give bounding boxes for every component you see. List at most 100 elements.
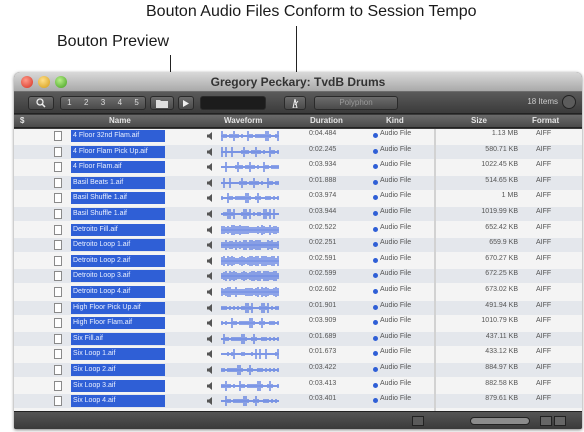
waveform <box>221 193 279 204</box>
file-row[interactable]: High Floor Flam.aif 0:03.909 Audio File 101… <box>14 316 582 330</box>
zoom-3[interactable]: 3 <box>101 97 105 109</box>
file-name[interactable]: Six Fill.aif <box>71 332 165 345</box>
speaker-icon[interactable] <box>207 163 214 172</box>
column-kind[interactable]: Kind <box>386 116 404 125</box>
file-size: 884.97 KB <box>485 364 518 371</box>
zoom-2[interactable]: 2 <box>84 97 88 109</box>
file-name[interactable]: Detroito Loop 1.aif <box>71 239 165 252</box>
file-name[interactable]: Basil Shuffle 1.aif <box>71 208 165 220</box>
speaker-icon[interactable] <box>207 194 214 203</box>
file-row[interactable]: Detroito Loop 1.aif 0:02.251 Audio File 659… <box>14 238 582 253</box>
file-row[interactable]: Six Loop 3.aif 0:03.413 Audio File 882.58 K… <box>14 379 582 393</box>
file-format: AIFF <box>536 317 552 325</box>
file-row[interactable]: 4 Floor 32nd Flam.aif 0:04.484 Audio File 1… <box>14 129 582 143</box>
scroll-left-button[interactable] <box>540 416 552 426</box>
speaker-icon[interactable] <box>207 132 214 140</box>
file-format: AIFF <box>536 379 552 387</box>
polyphony-selector[interactable]: Polyphon <box>314 96 398 110</box>
file-name[interactable]: Six Loop 1.aif <box>71 348 165 361</box>
column-name[interactable]: Name <box>109 116 131 125</box>
file-row[interactable]: Basil Shuffle 1.aif 0:03.974 Audio File 1 M… <box>14 191 582 205</box>
file-name[interactable]: 4 Floor 32nd Flam.aif <box>71 130 165 142</box>
file-name[interactable]: Six Loop 4.aif <box>71 395 165 408</box>
speaker-icon[interactable] <box>207 272 214 281</box>
zoom-4[interactable]: 4 <box>118 97 122 109</box>
speaker-icon[interactable] <box>207 178 214 187</box>
file-row[interactable]: Six Loop 4.aif 0:03.401 Audio File 879.61 K… <box>14 394 582 409</box>
file-name[interactable]: Detroito Fill.aif <box>71 223 165 236</box>
file-row[interactable]: Detroito Loop 2.aif 0:02.591 Audio File 670… <box>14 254 582 268</box>
view-zoom-buttons[interactable]: 1 2 3 4 5 <box>60 96 146 110</box>
file-name[interactable]: Detroito Loop 3.aif <box>71 270 165 283</box>
column-index[interactable]: $ <box>20 116 24 125</box>
file-kind: Audio File <box>380 379 412 387</box>
file-name[interactable]: High Floor Pick Up.aif <box>71 301 165 314</box>
speaker-icon[interactable] <box>207 381 214 390</box>
file-row[interactable]: 4 Floor Flam.aif 0:03.934 Audio File 1022.4… <box>14 160 582 174</box>
speaker-icon[interactable] <box>207 241 214 250</box>
speaker-icon[interactable] <box>207 397 214 406</box>
toolbar-toggle-button[interactable] <box>562 95 576 109</box>
file-row[interactable]: Six Loop 2.aif 0:03.422 Audio File 884.97 K… <box>14 363 582 377</box>
bottom-bar <box>14 411 582 429</box>
file-row[interactable]: Detroito Fill.aif 0:02.522 Audio File 652.4… <box>14 223 582 237</box>
file-duration: 0:03.934 <box>309 161 337 169</box>
file-name[interactable]: 4 Floor Flam.aif <box>71 161 165 174</box>
file-name[interactable]: Six Loop 2.aif <box>71 364 165 376</box>
file-name[interactable]: Detroito Loop 2.aif <box>71 254 165 267</box>
speaker-icon[interactable] <box>207 350 214 359</box>
audio-file-icon <box>54 131 62 141</box>
horizontal-scrollbar[interactable] <box>470 417 530 425</box>
search-button[interactable] <box>28 96 54 110</box>
speaker-icon[interactable] <box>207 366 214 374</box>
file-name[interactable]: Basil Beats 1.aif <box>71 176 165 189</box>
file-row[interactable]: Six Loop 1.aif 0:01.673 Audio File 433.12 K… <box>14 347 582 361</box>
preview-volume-meter[interactable] <box>200 96 266 110</box>
file-row[interactable]: 4 Floor Flam Pick Up.aif 0:02.245 Audio Fi… <box>14 144 582 159</box>
file-row[interactable]: High Floor Pick Up.aif 0:01.901 Audio File… <box>14 300 582 315</box>
waveform <box>221 380 279 391</box>
file-name[interactable]: High Floor Flam.aif <box>71 317 165 330</box>
file-duration: 0:03.944 <box>309 208 337 215</box>
file-duration: 0:03.401 <box>309 395 337 403</box>
column-size[interactable]: Size <box>471 116 487 125</box>
file-row[interactable]: Six Fill.aif 0:01.689 Audio File 437.11 KB A… <box>14 331 582 346</box>
speaker-icon[interactable] <box>207 147 214 156</box>
scroll-right-button[interactable] <box>554 416 566 426</box>
file-format: AIFF <box>536 395 552 403</box>
file-name[interactable]: 4 Floor Flam Pick Up.aif <box>71 145 165 158</box>
speaker-icon[interactable] <box>207 210 214 218</box>
conform-to-session-tempo-button[interactable] <box>284 96 306 110</box>
column-waveform[interactable]: Waveform <box>224 116 262 125</box>
file-name[interactable]: Basil Shuffle 1.aif <box>71 192 165 205</box>
file-row[interactable]: Detroito Loop 3.aif 0:02.599 Audio File 672… <box>14 269 582 284</box>
folder-view-button[interactable] <box>150 96 174 110</box>
file-row[interactable]: Basil Beats 1.aif 0:01.888 Audio File 514.6… <box>14 175 582 190</box>
file-size: 672.25 KB <box>485 270 518 278</box>
speaker-icon[interactable] <box>207 303 214 312</box>
column-header: $ Name Waveform Duration Kind Size Forma… <box>14 115 582 128</box>
preview-button[interactable] <box>178 96 194 110</box>
speaker-icon[interactable] <box>207 288 214 296</box>
waveform <box>221 271 279 282</box>
file-name[interactable]: Detroito Loop 4.aif <box>71 286 165 298</box>
file-row[interactable]: Basil Shuffle 1.aif 0:03.944 Audio File 101… <box>14 207 582 221</box>
zoom-1[interactable]: 1 <box>67 97 71 109</box>
speaker-icon[interactable] <box>207 225 214 234</box>
file-kind: Audio File <box>380 192 412 200</box>
file-size: 514.65 KB <box>485 176 518 184</box>
file-format: AIFF <box>536 223 552 231</box>
file-name[interactable]: Six Loop 3.aif <box>71 379 165 392</box>
speaker-icon[interactable] <box>207 319 214 328</box>
column-format[interactable]: Format <box>532 116 559 125</box>
speaker-icon[interactable] <box>207 256 214 265</box>
speaker-icon[interactable] <box>207 334 214 343</box>
zoom-5[interactable]: 5 <box>134 97 138 109</box>
column-duration[interactable]: Duration <box>310 116 343 125</box>
file-kind: Audio File <box>380 332 412 340</box>
column-resize-button[interactable] <box>412 416 424 426</box>
file-duration: 0:02.599 <box>309 270 337 278</box>
audio-file-kind-icon <box>373 320 378 326</box>
file-row[interactable]: Detroito Loop 4.aif 0:02.602 Audio File 673… <box>14 285 582 299</box>
audio-file-kind-icon <box>373 367 378 372</box>
